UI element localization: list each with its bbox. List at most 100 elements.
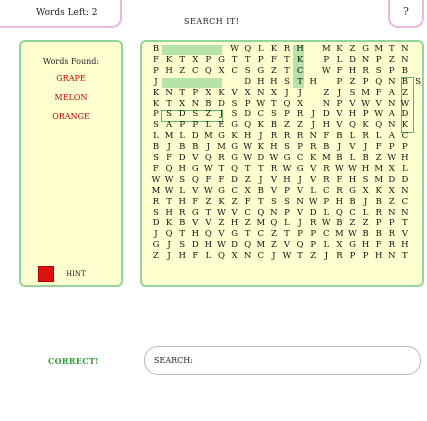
grid-cell[interactable]: K: [373, 186, 385, 196]
grid-cell[interactable]: J: [294, 219, 306, 228]
grid-cell[interactable]: P: [320, 197, 332, 207]
grid-cell[interactable]: B: [333, 219, 345, 228]
grid-cell[interactable]: T: [163, 99, 175, 109]
grid-cell[interactable]: N: [163, 88, 175, 98]
grid-cell[interactable]: N: [399, 45, 411, 54]
grid-cell[interactable]: P: [242, 99, 254, 109]
grid-cell[interactable]: P: [189, 88, 201, 98]
grid-cell[interactable]: W: [255, 99, 267, 109]
grid-cell[interactable]: T: [176, 88, 188, 98]
grid-cell[interactable]: S: [360, 175, 372, 185]
grid-cell[interactable]: H: [268, 143, 280, 152]
grid-cell[interactable]: T: [399, 252, 411, 261]
grid-cell[interactable]: N: [386, 121, 398, 130]
grid-cell[interactable]: T: [268, 99, 280, 109]
grid-cell[interactable]: X: [386, 186, 398, 196]
grid-cell[interactable]: V: [307, 164, 319, 174]
grid-cell[interactable]: Q: [216, 252, 228, 261]
grid-cell[interactable]: M: [320, 154, 332, 163]
grid-cell[interactable]: V: [333, 110, 345, 119]
grid-cell[interactable]: H: [347, 110, 359, 119]
hint-label[interactable]: HINT: [66, 270, 86, 278]
grid-cell[interactable]: H: [294, 45, 306, 54]
hint-button[interactable]: [38, 266, 54, 282]
grid-cell[interactable]: T: [281, 230, 293, 239]
grid-cell[interactable]: C: [229, 186, 241, 196]
grid-cell[interactable]: R: [373, 208, 385, 218]
grid-cell[interactable]: S: [412, 77, 424, 87]
grid-cell[interactable]: Q: [294, 241, 306, 250]
grid-cell[interactable]: P: [189, 121, 201, 130]
grid-cell[interactable]: S: [268, 110, 280, 119]
grid-cell[interactable]: L: [320, 241, 332, 250]
grid-cell[interactable]: G: [229, 143, 241, 152]
grid-cell[interactable]: M: [255, 241, 267, 250]
grid-cell[interactable]: C: [255, 110, 267, 119]
grid-cell[interactable]: X: [202, 88, 214, 98]
grid-cell[interactable]: G: [216, 186, 228, 196]
grid-cell[interactable]: V: [294, 208, 306, 218]
grid-cell[interactable]: Z: [373, 154, 385, 163]
grid-cell[interactable]: W: [242, 143, 254, 152]
grid-cell[interactable]: W: [163, 175, 175, 185]
grid-cell[interactable]: G: [281, 154, 293, 163]
grid-cell[interactable]: W: [360, 99, 372, 109]
grid-cell[interactable]: G: [150, 241, 162, 250]
grid-cell[interactable]: F: [189, 197, 201, 207]
grid-cell[interactable]: J: [307, 110, 319, 119]
grid-cell[interactable]: W: [216, 208, 228, 218]
grid-cell[interactable]: R: [216, 154, 228, 163]
grid-cell[interactable]: F: [333, 175, 345, 185]
grid-cell[interactable]: K: [229, 132, 241, 141]
grid-cell[interactable]: B: [150, 143, 162, 152]
grid-cell[interactable]: T: [399, 219, 411, 228]
grid-cell[interactable]: C: [242, 208, 254, 218]
grid-cell[interactable]: H: [399, 241, 411, 250]
grid-cell[interactable]: P: [294, 230, 306, 239]
grid-cell[interactable]: G: [360, 45, 372, 54]
grid-cell[interactable]: B: [333, 132, 345, 141]
grid-cell[interactable]: L: [347, 132, 359, 141]
grid-cell[interactable]: R: [360, 132, 372, 141]
grid-cell[interactable]: Q: [202, 230, 214, 239]
grid-cell[interactable]: L: [281, 219, 293, 228]
grid-cell[interactable]: P: [386, 143, 398, 152]
grid-cell[interactable]: S: [150, 208, 162, 218]
grid-cell[interactable]: H: [360, 241, 372, 250]
grid-cell[interactable]: Q: [242, 241, 254, 250]
grid-cell[interactable]: H: [189, 230, 201, 239]
grid-cell[interactable]: R: [386, 230, 398, 239]
grid-cell[interactable]: B: [255, 186, 267, 196]
grid-cell[interactable]: N: [242, 252, 254, 261]
grid-cell[interactable]: H: [307, 77, 319, 87]
grid-cell[interactable]: V: [347, 99, 359, 109]
grid-cell[interactable]: Q: [242, 121, 254, 130]
grid-cell[interactable]: B: [176, 219, 188, 228]
grid-cell[interactable]: T: [176, 55, 188, 65]
grid-cell[interactable]: P: [176, 121, 188, 130]
grid-cell[interactable]: T: [281, 66, 293, 76]
grid-cell[interactable]: P: [386, 219, 398, 228]
grid-cell[interactable]: J: [307, 121, 319, 130]
grid-cell[interactable]: K: [150, 88, 162, 98]
grid-cell[interactable]: Q: [242, 45, 254, 54]
grid-cell[interactable]: C: [294, 66, 306, 76]
grid-cell[interactable]: P: [360, 77, 372, 87]
grid-cell[interactable]: W: [386, 154, 398, 163]
grid-cell[interactable]: D: [229, 175, 241, 185]
grid-cell[interactable]: P: [150, 66, 162, 76]
search-input[interactable]: [195, 352, 414, 370]
grid-cell[interactable]: Q: [163, 230, 175, 239]
grid-cell[interactable]: G: [347, 241, 359, 250]
grid-cell[interactable]: G: [189, 164, 201, 174]
grid-cell[interactable]: B: [320, 143, 332, 152]
grid-cell[interactable]: W: [347, 164, 359, 174]
grid-cell[interactable]: D: [189, 132, 201, 141]
grid-cell[interactable]: Z: [347, 77, 359, 87]
grid-cell[interactable]: F: [216, 175, 228, 185]
grid-cell[interactable]: X: [189, 55, 201, 65]
grid-cell[interactable]: Q: [202, 66, 214, 76]
grid-cell[interactable]: Z: [268, 230, 280, 239]
grid-cell[interactable]: H: [347, 66, 359, 76]
grid-cell[interactable]: B: [333, 154, 345, 163]
